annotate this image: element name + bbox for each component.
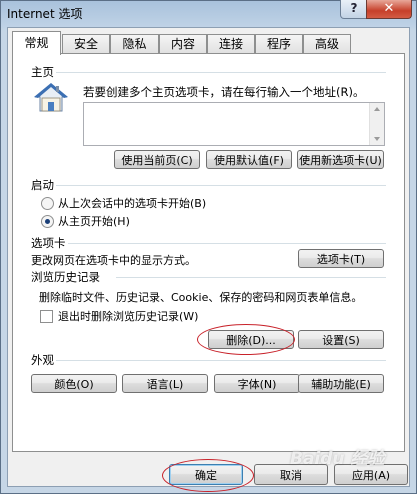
- tab-connections[interactable]: 连接: [207, 34, 255, 53]
- startup-option-home-page-label: 从主页开始(H): [58, 215, 130, 228]
- scroll-up-arrow-icon: [374, 107, 380, 111]
- tab-programs[interactable]: 程序: [255, 34, 303, 53]
- home-url-textarea[interactable]: [83, 102, 385, 146]
- use-current-page-button[interactable]: 使用当前页(C): [114, 150, 200, 169]
- startup-section-divider: [56, 185, 386, 186]
- scroll-down-arrow-icon: [374, 137, 380, 141]
- startup-radio-last-session[interactable]: [41, 197, 54, 210]
- help-button[interactable]: ?: [340, 0, 368, 19]
- startup-radio-home-page[interactable]: [41, 215, 54, 228]
- highlight-oval-ok: [162, 459, 254, 492]
- delete-on-exit-label: 退出时删除浏览历史记录(W): [58, 310, 199, 323]
- accessibility-button[interactable]: 辅助功能(E): [298, 374, 384, 393]
- delete-on-exit-checkbox[interactable]: [40, 310, 53, 323]
- tabs-settings-button[interactable]: 选项卡(T): [298, 249, 384, 268]
- startup-section-title: 启动: [31, 178, 54, 192]
- languages-button[interactable]: 语言(L): [122, 374, 208, 393]
- home-section-divider: [56, 72, 386, 73]
- colors-button[interactable]: 颜色(O): [31, 374, 117, 393]
- history-section-title: 浏览历史记录: [31, 270, 100, 284]
- home-section-title: 主页: [31, 65, 54, 79]
- tab-privacy[interactable]: 隐私: [110, 34, 159, 53]
- fonts-button[interactable]: 字体(N): [214, 374, 300, 393]
- use-default-button[interactable]: 使用默认值(F): [206, 150, 292, 169]
- tab-security[interactable]: 安全: [62, 34, 110, 53]
- appearance-section-divider: [56, 360, 386, 361]
- home-icon: [34, 83, 68, 112]
- window-title: Internet 选项: [7, 7, 83, 21]
- appearance-section-title: 外观: [31, 353, 54, 367]
- close-icon: ✕: [383, 1, 395, 16]
- highlight-oval-delete: [197, 324, 295, 355]
- textarea-scrollbar[interactable]: [369, 103, 384, 145]
- startup-option-last-session-label: 从上次会话中的选项卡开始(B): [58, 197, 207, 210]
- home-description: 若要创建多个主页选项卡，请在每行输入一个地址(R)。: [83, 85, 365, 99]
- tabs-section-title: 选项卡: [31, 236, 66, 250]
- close-button[interactable]: ✕: [366, 0, 412, 19]
- use-new-tab-button[interactable]: 使用新选项卡(U): [297, 150, 384, 169]
- radio-selected-dot: [45, 219, 50, 224]
- history-description: 删除临时文件、历史记录、Cookie、保存的密码和网页表单信息。: [39, 291, 363, 304]
- tabs-section-divider: [68, 243, 386, 244]
- history-section-divider: [116, 277, 386, 278]
- history-settings-button[interactable]: 设置(S): [298, 330, 384, 349]
- tab-content[interactable]: 内容: [159, 34, 207, 53]
- tab-general[interactable]: 常规: [12, 31, 61, 55]
- tabs-description: 更改网页在选项卡中的显示方式。: [31, 254, 196, 267]
- watermark-text: Baidu 经验: [290, 449, 385, 469]
- tab-advanced[interactable]: 高级: [303, 34, 351, 53]
- help-icon: ?: [350, 1, 358, 15]
